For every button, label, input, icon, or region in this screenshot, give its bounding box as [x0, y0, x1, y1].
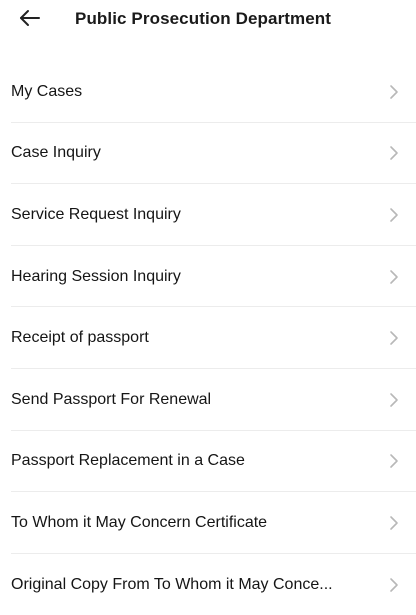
menu-item-label: My Cases — [11, 82, 83, 100]
chevron-right-icon — [389, 577, 399, 593]
menu-item-send-passport-for-renewal[interactable]: Send Passport For Renewal — [0, 369, 416, 431]
menu-item-my-cases[interactable]: My Cases — [0, 61, 416, 123]
menu-item-label: Send Passport For Renewal — [11, 390, 212, 408]
menu-item-label: To Whom it May Concern Certificate — [11, 513, 268, 531]
chevron-right-icon — [389, 269, 399, 285]
chevron-right-icon — [389, 515, 399, 531]
menu-item-label: Case Inquiry — [11, 144, 101, 162]
chevron-right-icon — [389, 392, 399, 408]
chevron-right-icon — [389, 207, 399, 223]
menu-item-label: Receipt of passport — [11, 329, 149, 347]
menu-item-case-inquiry[interactable]: Case Inquiry — [0, 123, 416, 185]
chevron-right-icon — [389, 145, 399, 161]
menu-item-passport-replacement[interactable]: Passport Replacement in a Case — [0, 431, 416, 493]
menu-item-receipt-of-passport[interactable]: Receipt of passport — [0, 307, 416, 369]
page-title: Public Prosecution Department — [75, 9, 332, 28]
back-button[interactable] — [18, 5, 42, 31]
menu-item-label: Service Request Inquiry — [11, 205, 181, 223]
menu-item-label: Original Copy From To Whom it May Conce.… — [11, 575, 333, 593]
services-menu-list: My Cases Case Inquiry Service Request In… — [0, 61, 416, 615]
menu-item-to-whom-it-may-concern[interactable]: To Whom it May Concern Certificate — [0, 492, 416, 554]
menu-item-original-copy[interactable]: Original Copy From To Whom it May Conce.… — [0, 554, 416, 615]
menu-item-label: Hearing Session Inquiry — [11, 267, 181, 285]
chevron-right-icon — [389, 84, 399, 100]
arrow-left-icon — [18, 5, 42, 31]
chevron-right-icon — [389, 453, 399, 469]
menu-item-hearing-session-inquiry[interactable]: Hearing Session Inquiry — [0, 246, 416, 308]
app-header: Public Prosecution Department — [0, 0, 416, 40]
menu-item-label: Passport Replacement in a Case — [11, 452, 245, 470]
menu-item-service-request-inquiry[interactable]: Service Request Inquiry — [0, 184, 416, 246]
chevron-right-icon — [389, 330, 399, 346]
